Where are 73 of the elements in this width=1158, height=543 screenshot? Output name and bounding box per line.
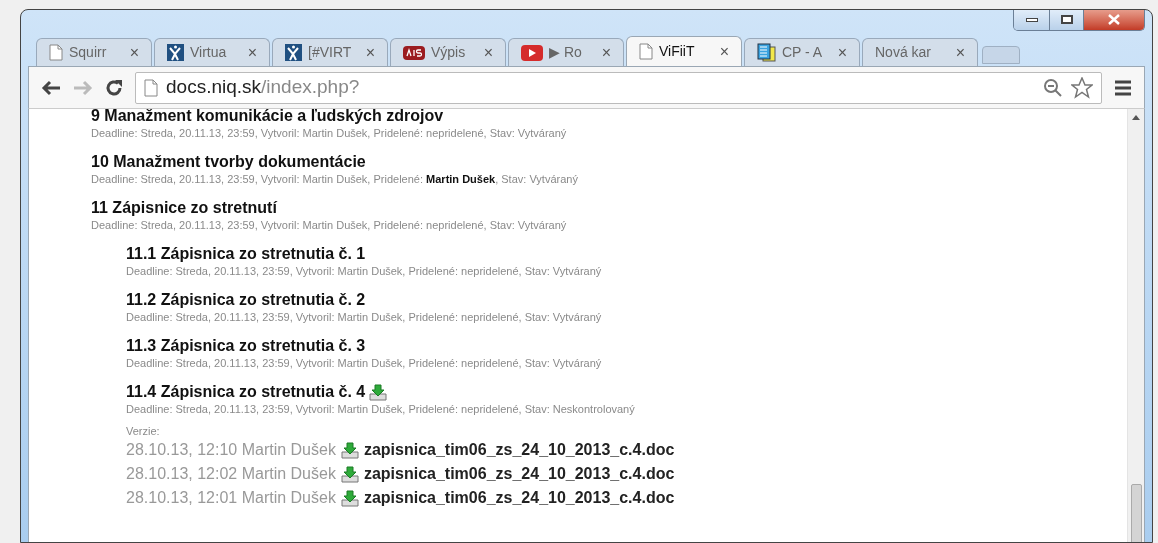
task-details: Deadline: Streda, 20.11.13, 23:59, Vytvoril: Martin Dušek, Pridelené: nepridelené, Stav: Neskontrolovaný	[126, 402, 636, 417]
tab-close-button[interactable]: ×	[719, 43, 729, 60]
download-icon[interactable]	[340, 465, 359, 483]
task-title: 11.2 Zápisnica zo stretnutia č. 2	[126, 290, 366, 310]
version-date-author: 28.10.13, 12:02 Martin Dušek	[126, 464, 336, 484]
task-details: Deadline: Streda, 20.11.13, 23:59, Vytvoril: Martin Dušek, Pridelené: nepridelené, Stav: Vytváraný	[126, 310, 603, 325]
zoom-out-icon[interactable]	[1043, 77, 1063, 98]
reload-icon[interactable]	[105, 78, 123, 97]
task-title: 11.1 Zápisnica zo stretnutia č. 1	[126, 244, 366, 264]
download-icon[interactable]	[340, 441, 359, 459]
task-details: Deadline: Streda, 20.11.13, 23:59, Vytvoril: Martin Dušek, Pridelené: nepridelené, Stav: Vytváraný	[126, 356, 603, 371]
people-icon	[285, 44, 302, 61]
tab-title: Nová kar	[875, 43, 933, 62]
scrollbar[interactable]	[1127, 109, 1144, 542]
browser-tab[interactable]: Squirr ×	[36, 38, 152, 66]
page-icon	[639, 43, 653, 60]
tab-close-button[interactable]: ×	[365, 44, 375, 61]
back-arrow-icon[interactable]	[41, 79, 61, 96]
address-bar[interactable]: docs.niq.sk/index.php?	[135, 71, 1102, 104]
people-icon	[167, 44, 184, 61]
task-title: 11.4 Zápisnica zo stretnutia č. 4	[126, 382, 366, 402]
tab-title: CP - A	[782, 43, 824, 62]
tab-close-button[interactable]: ×	[247, 44, 257, 61]
maximize-button[interactable]	[1050, 10, 1084, 30]
task-details: Deadline: Streda, 20.11.13, 23:59, Vytvoril: Martin Dušek, Pridelené: nepridelené, Stav: Vytváraný	[91, 126, 568, 141]
browser-tab[interactable]: Nová kar ×	[862, 38, 978, 66]
scroll-up-icon[interactable]	[1132, 115, 1140, 120]
task-details: Deadline: Streda, 20.11.13, 23:59, Vytvoril: Martin Dušek, Pridelené: nepridelené, Stav: Vytváraný	[126, 264, 603, 279]
tab-title: Virtua	[190, 43, 228, 62]
close-button[interactable]	[1084, 10, 1144, 30]
minimize-button[interactable]	[1014, 10, 1050, 30]
version-date-author: 28.10.13, 12:01 Martin Dušek	[126, 488, 336, 508]
tab-close-button[interactable]: ×	[483, 44, 493, 61]
maximize-icon	[1060, 15, 1073, 24]
tab-title: [#VIRT	[308, 43, 353, 62]
url-text: docs.niq.sk/index.php?	[166, 75, 361, 100]
scrollbar-thumb[interactable]	[1130, 484, 1142, 542]
browser-tab[interactable]: [#VIRT ×	[272, 38, 388, 66]
task-details: Deadline: Streda, 20.11.13, 23:59, Vytvoril: Martin Dušek, Pridelené: nepridelené, Stav: Vytváraný	[91, 218, 568, 233]
video-play-icon	[521, 44, 543, 61]
tab-title: Squirr	[69, 43, 108, 62]
download-icon[interactable]	[369, 383, 388, 401]
document-icon	[757, 43, 776, 62]
file-link[interactable]: zapisnica_tim06_zs_24_10_2013_c.4.doc	[363, 486, 675, 510]
ais-logo-icon	[403, 45, 425, 60]
tab-title: ▶ Ro	[549, 43, 583, 62]
version-date-author: 28.10.13, 12:10 Martin Dušek	[126, 440, 336, 460]
page-icon	[49, 44, 63, 61]
task-details: Deadline: Streda, 20.11.13, 23:59, Vytvoril: Martin Dušek, Pridelené: Martin Dušek, Stav: Vytváraný	[91, 172, 579, 187]
browser-tab[interactable]: Výpis ×	[390, 38, 506, 66]
task-title: 11 Zápisnice zo stretnutí	[91, 198, 277, 218]
task-title: 9 Manažment komunikácie a ľudských zdrojov	[91, 109, 444, 126]
tab-title: Výpis	[431, 43, 467, 62]
download-icon[interactable]	[340, 489, 359, 507]
close-icon	[1108, 14, 1120, 25]
task-title: 10 Manažment tvorby dokumentácie	[91, 152, 366, 172]
tab-close-button[interactable]: ×	[129, 44, 139, 61]
tab-close-button[interactable]: ×	[955, 44, 965, 61]
task-title: 11.3 Zápisnica zo stretnutia č. 3	[126, 336, 366, 356]
tab-close-button[interactable]: ×	[601, 44, 611, 61]
browser-tab[interactable]: CP - A ×	[744, 38, 860, 66]
star-icon[interactable]	[1071, 76, 1093, 99]
browser-tab[interactable]: ▶ Ro ×	[508, 38, 624, 66]
browser-tab[interactable]: Virtua ×	[154, 38, 270, 66]
file-link[interactable]: zapisnica_tim06_zs_24_10_2013_c.4.doc	[363, 462, 675, 486]
minimize-icon	[1025, 17, 1038, 22]
page-icon	[144, 78, 158, 97]
versions-label: Verzie:	[126, 424, 161, 438]
menu-icon[interactable]	[1114, 79, 1132, 96]
file-link[interactable]: zapisnica_tim06_zs_24_10_2013_c.4.doc	[363, 438, 675, 462]
tab-close-button[interactable]: ×	[837, 44, 847, 61]
browser-tab[interactable]: ViFiiT ×	[626, 36, 742, 66]
tab-title: ViFiiT	[659, 42, 696, 61]
